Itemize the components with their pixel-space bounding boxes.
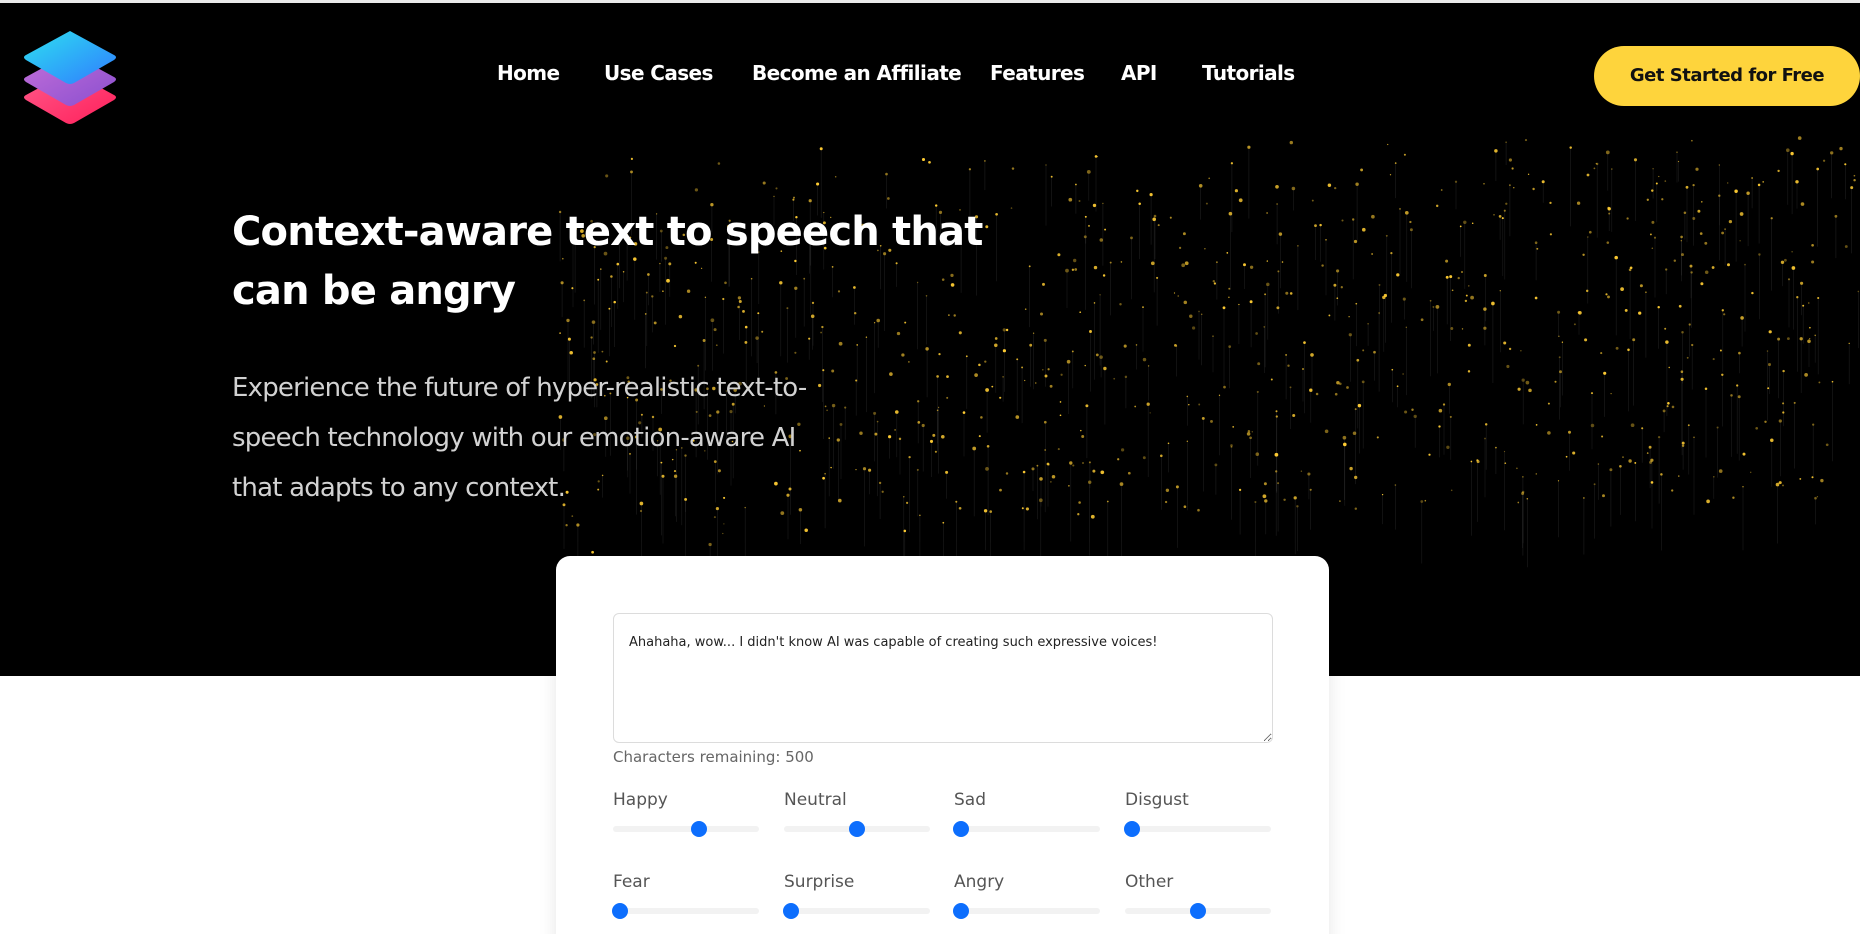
slider-thumb[interactable] xyxy=(612,903,629,919)
slider-track[interactable] xyxy=(953,903,1100,919)
characters-remaining: Characters remaining: 500 xyxy=(613,748,814,766)
nav-home-link[interactable]: Home xyxy=(497,61,560,85)
slider-track[interactable] xyxy=(953,821,1100,837)
hero-subtext-line1: Experience the future of hyper-realistic… xyxy=(232,373,807,403)
emotion-label: Disgust xyxy=(1125,790,1189,810)
emotion-slider-neutral[interactable]: Neutral xyxy=(784,790,930,850)
slider-track[interactable] xyxy=(613,821,759,837)
slider-thumb[interactable] xyxy=(953,903,970,919)
emotion-label: Neutral xyxy=(784,790,847,810)
hero-headline-line1: Context-aware text to speech that xyxy=(232,209,983,255)
slider-thumb[interactable] xyxy=(1190,903,1206,919)
nav-become-affiliate-link[interactable]: Become an Affiliate xyxy=(752,61,962,85)
emotion-label: Surprise xyxy=(784,872,855,892)
emotion-label: Happy xyxy=(613,790,668,810)
slider-thumb[interactable] xyxy=(783,903,800,919)
nav-use-cases-link[interactable]: Use Cases xyxy=(604,61,713,85)
emotion-label: Fear xyxy=(613,872,650,892)
emotion-label: Sad xyxy=(954,790,986,810)
main-nav: Home Use Cases Become an Affiliate Featu… xyxy=(0,61,1860,93)
emotion-label: Angry xyxy=(954,872,1005,892)
nav-tutorials-link[interactable]: Tutorials xyxy=(1202,61,1295,85)
nav-features-link[interactable]: Features xyxy=(990,61,1085,85)
slider-track[interactable] xyxy=(612,903,759,919)
slider-thumb[interactable] xyxy=(849,821,865,837)
slider-track[interactable] xyxy=(783,903,930,919)
emotion-slider-other[interactable]: Other xyxy=(1125,872,1271,932)
slider-thumb[interactable] xyxy=(691,821,708,837)
emotion-slider-disgust[interactable]: Disgust xyxy=(1124,790,1271,850)
get-started-button[interactable]: Get Started for Free xyxy=(1594,46,1860,106)
slider-thumb[interactable] xyxy=(953,821,970,837)
emotion-label: Other xyxy=(1125,872,1174,892)
tts-generator-card: Ahahaha, wow... I didn't know AI was cap… xyxy=(556,556,1329,934)
nav-api-link[interactable]: API xyxy=(1121,61,1157,85)
tts-text-input[interactable]: Ahahaha, wow... I didn't know AI was cap… xyxy=(613,613,1273,743)
emotion-slider-angry[interactable]: Angry xyxy=(953,872,1100,932)
slider-track[interactable] xyxy=(1125,903,1271,919)
hero-subtext-line2: speech technology with our emotion-aware… xyxy=(232,423,796,453)
hero-subtext-line3: that adapts to any context. xyxy=(232,473,566,503)
slider-thumb[interactable] xyxy=(1124,821,1141,837)
emotion-slider-happy[interactable]: Happy xyxy=(613,790,759,850)
emotion-slider-sad[interactable]: Sad xyxy=(953,790,1100,850)
hero-headline: Context-aware text to speech that can be… xyxy=(232,203,992,321)
emotion-slider-surprise[interactable]: Surprise xyxy=(783,872,930,932)
slider-track[interactable] xyxy=(1124,821,1271,837)
slider-track[interactable] xyxy=(784,821,930,837)
emotion-slider-fear[interactable]: Fear xyxy=(612,872,759,932)
hero-subtext: Experience the future of hyper-realistic… xyxy=(232,363,872,513)
hero-headline-line2: can be angry xyxy=(232,268,516,314)
